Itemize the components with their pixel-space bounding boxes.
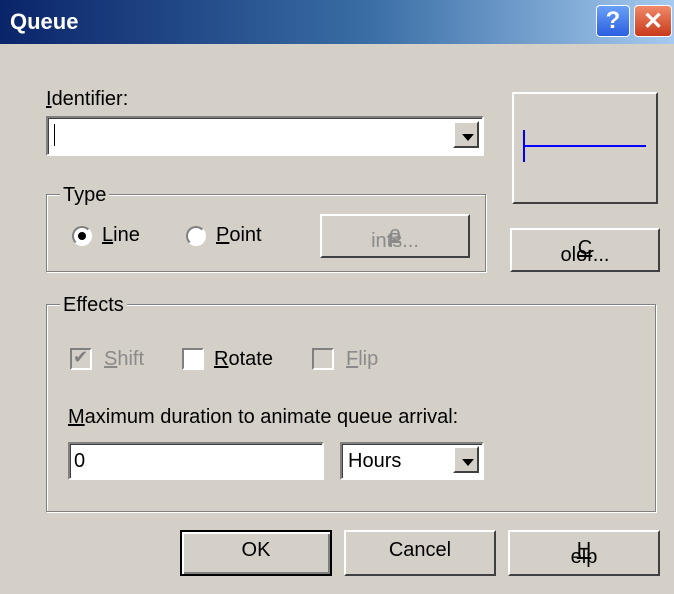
type-group-label: Type <box>60 184 110 207</box>
point-radio[interactable] <box>186 226 206 246</box>
text-cursor <box>54 124 55 146</box>
window-title: Queue <box>10 9 79 34</box>
identifier-label: Identifier: <box>46 88 129 110</box>
duration-value: 0 <box>74 450 86 472</box>
ok-label: OK <box>241 539 271 561</box>
point-radio-label[interactable]: Point <box>216 224 262 247</box>
identifier-combobox[interactable] <box>46 116 484 156</box>
flip-checkbox[interactable] <box>312 348 334 370</box>
cancel-label: Cancel <box>388 539 452 561</box>
question-icon: ? <box>605 7 621 34</box>
shift-checkbox[interactable] <box>70 347 92 370</box>
duration-input[interactable]: 0 <box>68 442 324 480</box>
rotate-label[interactable]: Rotate <box>214 348 273 371</box>
queue-dialog: Queue ? ✕ Identifier: Type Line Point Po… <box>0 0 674 594</box>
duration-label: Maximum duration to animate queue arriva… <box>68 406 459 428</box>
color-button[interactable]: Color... <box>510 228 660 272</box>
queue-line-preview <box>523 130 646 162</box>
duration-unit-value: Hours <box>348 450 402 472</box>
help-button[interactable]: Help <box>508 530 660 576</box>
duration-unit-select[interactable]: Hours <box>340 442 484 480</box>
effects-group-label: Effects <box>60 294 127 317</box>
shift-label[interactable]: Shift <box>104 348 144 371</box>
cancel-button[interactable]: Cancel <box>344 530 496 576</box>
flip-label[interactable]: Flip <box>346 348 378 371</box>
help-title-button[interactable]: ? <box>596 5 630 37</box>
identifier-dropdown-button[interactable] <box>453 121 479 148</box>
points-button[interactable]: Po ints... <box>320 214 470 258</box>
rotate-checkbox[interactable] <box>182 348 204 370</box>
line-radio[interactable] <box>72 226 92 246</box>
line-radio-label[interactable]: Line <box>102 224 140 247</box>
duration-unit-dropdown-button[interactable] <box>453 446 479 473</box>
title-bar: Queue ? ✕ <box>0 0 674 44</box>
ok-button[interactable]: OK <box>180 530 332 576</box>
close-icon: ✕ <box>642 8 664 35</box>
close-button[interactable]: ✕ <box>634 5 672 37</box>
help-label: Help <box>570 539 598 568</box>
queue-preview <box>512 92 658 204</box>
